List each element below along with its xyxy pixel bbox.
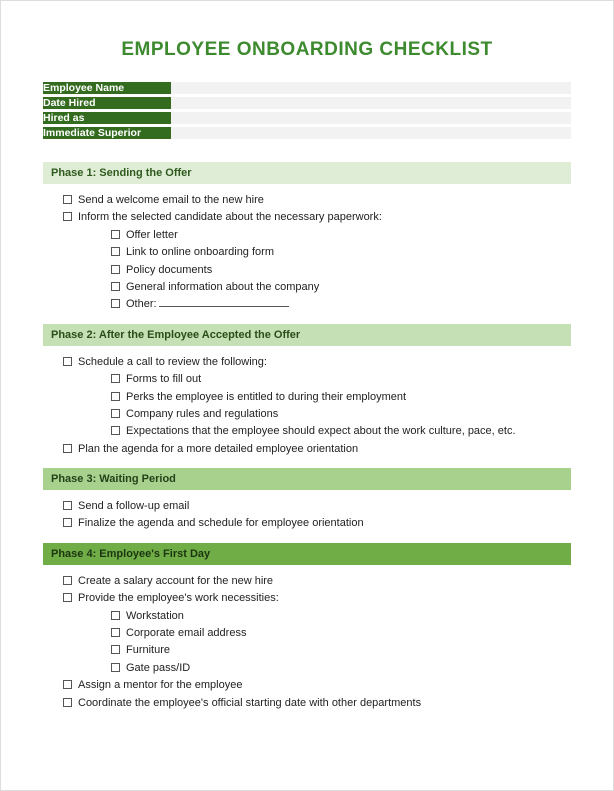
list-item: Other:: [111, 296, 571, 313]
item-text: Furniture: [126, 643, 571, 658]
list-item: Create a salary account for the new hire: [63, 573, 571, 590]
table-row: Immediate Superior: [43, 127, 571, 139]
checkbox-icon: [111, 663, 120, 672]
list-item: Plan the agenda for a more detailed empl…: [63, 441, 571, 458]
checkbox-icon: [63, 576, 72, 585]
sub-items: Forms to fill out Perks the employee is …: [63, 371, 571, 441]
checkbox-icon: [63, 518, 72, 527]
info-value: [171, 82, 571, 94]
list-item: Forms to fill out: [111, 371, 571, 388]
list-item: Send a follow-up email: [63, 498, 571, 515]
checkbox-icon: [111, 409, 120, 418]
item-text: Assign a mentor for the employee: [78, 678, 571, 693]
list-item: Coordinate the employee's official start…: [63, 695, 571, 712]
phase-3-items: Send a follow-up email Finalize the agen…: [43, 490, 571, 541]
item-text: Company rules and regulations: [126, 407, 571, 422]
phase-2-items: Schedule a call to review the following:…: [43, 346, 571, 466]
checkbox-icon: [111, 611, 120, 620]
blank-line: [159, 297, 289, 307]
checkbox-icon: [111, 230, 120, 239]
info-value: [171, 127, 571, 139]
checkbox-icon: [111, 645, 120, 654]
list-item: General information about the company: [111, 279, 571, 296]
item-text: Other:: [126, 297, 571, 312]
checkbox-icon: [111, 247, 120, 256]
item-text: Gate pass/ID: [126, 661, 571, 676]
item-text: Plan the agenda for a more detailed empl…: [78, 442, 571, 457]
item-text: Link to online onboarding form: [126, 245, 571, 260]
item-text: Policy documents: [126, 263, 571, 278]
item-text: Forms to fill out: [126, 372, 571, 387]
phase-4-header: Phase 4: Employee's First Day: [43, 543, 571, 565]
list-item: Expectations that the employee should ex…: [111, 423, 571, 440]
table-row: Date Hired: [43, 97, 571, 109]
checkbox-icon: [111, 628, 120, 637]
item-text: Schedule a call to review the following:: [78, 355, 571, 370]
item-text: Inform the selected candidate about the …: [78, 210, 571, 225]
checkbox-icon: [111, 374, 120, 383]
list-item: Policy documents: [111, 262, 571, 279]
list-item: Perks the employee is entitled to during…: [111, 389, 571, 406]
list-item: Gate pass/ID: [111, 660, 571, 677]
checkbox-icon: [111, 426, 120, 435]
item-text: Expectations that the employee should ex…: [126, 424, 571, 439]
list-item: Company rules and regulations: [111, 406, 571, 423]
document-title: EMPLOYEE ONBOARDING CHECKLIST: [43, 39, 571, 61]
sub-items: Workstation Corporate email address Furn…: [63, 608, 571, 678]
item-text: Finalize the agenda and schedule for emp…: [78, 516, 571, 531]
info-table: Employee Name Date Hired Hired as Immedi…: [43, 79, 571, 142]
list-item: Workstation: [111, 608, 571, 625]
list-item: Link to online onboarding form: [111, 244, 571, 261]
item-text: Provide the employee's work necessities:: [78, 591, 571, 606]
info-label: Employee Name: [43, 82, 171, 94]
table-row: Hired as: [43, 112, 571, 124]
phase-4-items: Create a salary account for the new hire…: [43, 565, 571, 720]
table-row: Employee Name: [43, 82, 571, 94]
checkbox-icon: [63, 698, 72, 707]
item-text: Coordinate the employee's official start…: [78, 696, 571, 711]
item-text: Workstation: [126, 609, 571, 624]
checkbox-icon: [111, 265, 120, 274]
checkbox-icon: [63, 680, 72, 689]
phase-3-header: Phase 3: Waiting Period: [43, 468, 571, 490]
list-item: Corporate email address: [111, 625, 571, 642]
item-text: Offer letter: [126, 228, 571, 243]
item-text: Create a salary account for the new hire: [78, 574, 571, 589]
item-text: Corporate email address: [126, 626, 571, 641]
item-text: Send a follow-up email: [78, 499, 571, 514]
checkbox-icon: [63, 195, 72, 204]
list-item: Assign a mentor for the employee: [63, 677, 571, 694]
checkbox-icon: [63, 593, 72, 602]
list-item: Offer letter: [111, 227, 571, 244]
item-text: Send a welcome email to the new hire: [78, 193, 571, 208]
info-label: Hired as: [43, 112, 171, 124]
checkbox-icon: [63, 212, 72, 221]
phase-1-header: Phase 1: Sending the Offer: [43, 162, 571, 184]
list-item: Finalize the agenda and schedule for emp…: [63, 515, 571, 532]
checkbox-icon: [63, 444, 72, 453]
list-item: Inform the selected candidate about the …: [63, 209, 571, 226]
phase-1-items: Send a welcome email to the new hire Inf…: [43, 184, 571, 322]
info-value: [171, 97, 571, 109]
list-item: Send a welcome email to the new hire: [63, 192, 571, 209]
info-label: Date Hired: [43, 97, 171, 109]
info-label: Immediate Superior: [43, 127, 171, 139]
checkbox-icon: [63, 357, 72, 366]
list-item: Furniture: [111, 642, 571, 659]
list-item: Schedule a call to review the following:: [63, 354, 571, 371]
checkbox-icon: [111, 299, 120, 308]
item-text: General information about the company: [126, 280, 571, 295]
sub-items: Offer letter Link to online onboarding f…: [63, 227, 571, 314]
checkbox-icon: [111, 282, 120, 291]
list-item: Provide the employee's work necessities:: [63, 590, 571, 607]
item-text: Perks the employee is entitled to during…: [126, 390, 571, 405]
checkbox-icon: [63, 501, 72, 510]
checkbox-icon: [111, 392, 120, 401]
phase-2-header: Phase 2: After the Employee Accepted the…: [43, 324, 571, 346]
info-value: [171, 112, 571, 124]
